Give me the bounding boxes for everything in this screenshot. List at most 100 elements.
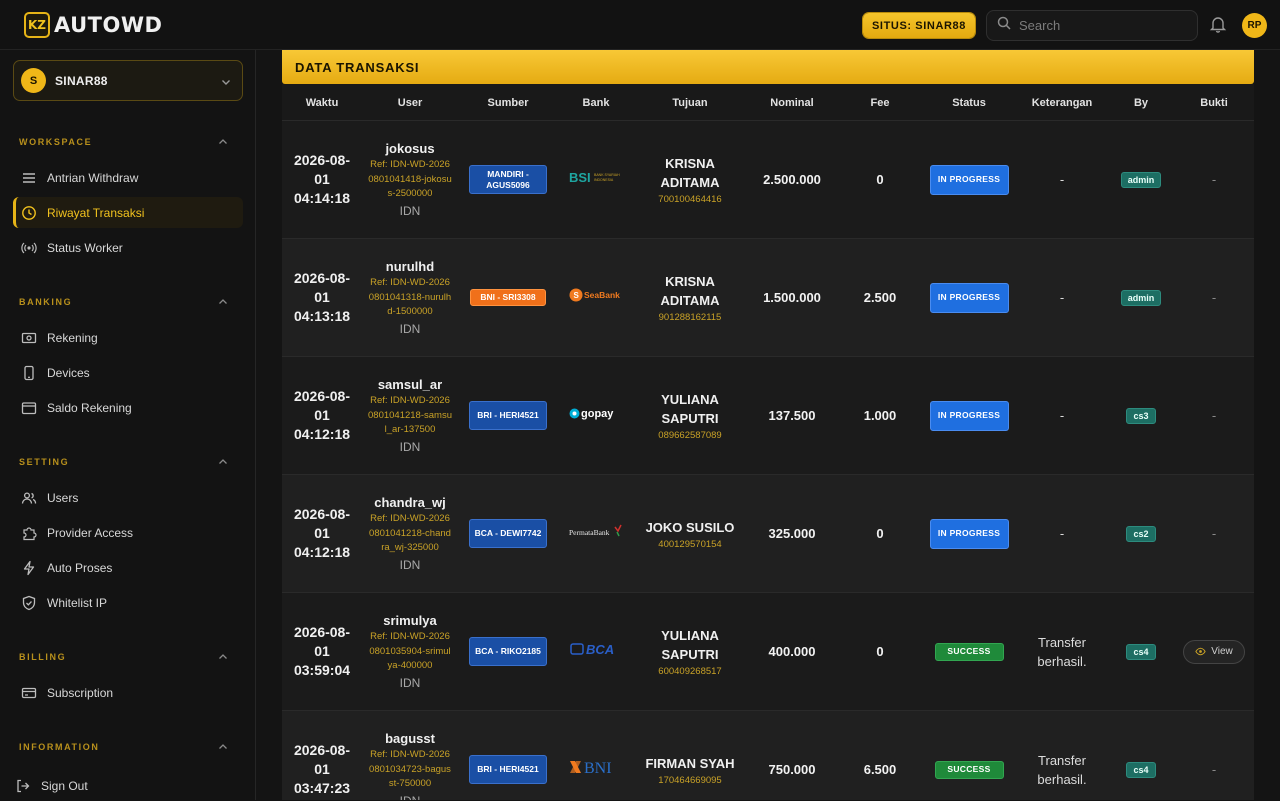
section-banking[interactable]: BANKING bbox=[19, 296, 229, 308]
section-information[interactable]: INFORMATION bbox=[19, 741, 229, 753]
cell-proof: - bbox=[1174, 121, 1254, 238]
sidebar-item-subscription[interactable]: Subscription bbox=[13, 677, 243, 708]
section-title: BANKING bbox=[19, 297, 73, 307]
col-header[interactable]: Keterangan bbox=[1016, 84, 1108, 121]
cell-status: IN PROGRESS bbox=[922, 357, 1016, 474]
col-header[interactable]: Status bbox=[922, 84, 1016, 121]
table-row[interactable]: 2026-08-01 03:47:23 bagusst Ref: IDN-WD-20… bbox=[282, 711, 1254, 800]
search-input[interactable] bbox=[1019, 18, 1179, 33]
destination-name: YULIANA SAPUTRI bbox=[661, 628, 719, 662]
col-header[interactable]: Fee bbox=[838, 84, 922, 121]
table-row[interactable]: 2026-08-01 04:12:18 samsul_ar Ref: IDN-WD-… bbox=[282, 357, 1254, 475]
cell-user: samsul_ar Ref: IDN-WD-20260801041218-sams… bbox=[362, 357, 458, 474]
section-title: WORKSPACE bbox=[19, 137, 93, 147]
sidebar-item-label: Whitelist IP bbox=[47, 595, 108, 610]
shield-icon bbox=[22, 595, 36, 610]
source-account-badge: BRI - HERI4521 bbox=[469, 755, 547, 784]
sidebar-item-whitelist-ip[interactable]: Whitelist IP bbox=[13, 587, 243, 618]
cell-note: Transfer berhasil. bbox=[1016, 593, 1108, 710]
note-text: Transfer berhasil. bbox=[1037, 752, 1087, 787]
clock-icon bbox=[22, 205, 36, 220]
sidebar-item-antrian-withdraw[interactable]: Antrian Withdraw bbox=[13, 162, 243, 193]
cell-time: 2026-08-01 03:47:23 bbox=[282, 711, 362, 800]
chevron-up-icon bbox=[219, 139, 227, 144]
sidebar-item-auto-proses[interactable]: Auto Proses bbox=[13, 552, 243, 583]
sidebar-item-devices[interactable]: Devices bbox=[13, 357, 243, 388]
cell-source: BCA - RIKO2185 bbox=[458, 593, 558, 710]
section-setting[interactable]: SETTING bbox=[19, 456, 229, 468]
fee-amount: 2.500 bbox=[863, 290, 897, 305]
sign-out-button[interactable]: Sign Out bbox=[13, 770, 243, 801]
col-header[interactable]: User bbox=[362, 84, 458, 121]
cell-time: 2026-08-01 04:14:18 bbox=[282, 121, 362, 238]
puzzle-icon bbox=[23, 526, 37, 540]
sidebar-item-riwayat-transaksi[interactable]: Riwayat Transaksi bbox=[13, 197, 243, 228]
sidebar-item-label: Users bbox=[47, 490, 79, 505]
site-selector-button[interactable]: SITUS: SINAR88 bbox=[863, 13, 975, 38]
username[interactable]: srimulya bbox=[383, 613, 436, 628]
bell-icon[interactable] bbox=[1209, 15, 1227, 38]
cell-by: cs4 bbox=[1108, 593, 1174, 710]
operator-badge: cs3 bbox=[1126, 407, 1156, 424]
app-title: AUTOWD bbox=[54, 13, 163, 37]
destination-account: 089662587089 bbox=[658, 430, 722, 441]
col-header[interactable]: By bbox=[1108, 84, 1174, 121]
list-icon bbox=[23, 172, 35, 183]
username[interactable]: nurulhd bbox=[386, 259, 434, 274]
cell-user: chandra_wj Ref: IDN-WD-20260801041218-cha… bbox=[362, 475, 458, 592]
cell-fee: 0 bbox=[838, 121, 922, 238]
username[interactable]: chandra_wj bbox=[374, 495, 446, 510]
table-row[interactable]: 2026-08-01 04:14:18 jokosus Ref: IDN-WD-20… bbox=[282, 121, 1254, 239]
sidebar-item-status-worker[interactable]: Status Worker bbox=[13, 232, 243, 263]
app-logo[interactable]: KZ AUTOWD bbox=[24, 12, 162, 38]
col-header[interactable]: Bank bbox=[558, 84, 634, 121]
svg-text:gopay: gopay bbox=[581, 408, 614, 420]
cell-proof: View bbox=[1174, 593, 1254, 710]
nominal-amount: 137.500 bbox=[768, 408, 816, 423]
chevron-up-icon bbox=[219, 459, 227, 464]
section-workspace[interactable]: WORKSPACE bbox=[19, 136, 229, 148]
sidebar-item-label: Provider Access bbox=[47, 525, 134, 540]
svg-text:BNI: BNI bbox=[584, 760, 612, 776]
cell-nominal: 137.500 bbox=[746, 357, 838, 474]
col-header[interactable]: Waktu bbox=[282, 84, 362, 121]
sidebar-item-rekening[interactable]: Rekening bbox=[13, 322, 243, 353]
region-code: IDN bbox=[399, 321, 421, 336]
status-badge: IN PROGRESS bbox=[929, 282, 1009, 313]
workspace-selector[interactable]: S SINAR88 bbox=[13, 60, 243, 101]
col-header[interactable]: Bukti bbox=[1174, 84, 1254, 121]
sidebar-item-label: Saldo Rekening bbox=[47, 400, 132, 415]
view-proof-button[interactable]: View bbox=[1183, 639, 1245, 664]
cell-by: cs2 bbox=[1108, 475, 1174, 592]
cell-fee: 2.500 bbox=[838, 239, 922, 356]
sidebar-item-saldo-rekening[interactable]: Saldo Rekening bbox=[13, 392, 243, 423]
reference-id: Ref: IDN-WD-20260801041218-samsul_ar-137… bbox=[368, 395, 452, 436]
cell-fee: 0 bbox=[838, 593, 922, 710]
sidebar-item-label: Riwayat Transaksi bbox=[47, 205, 145, 220]
col-header[interactable]: Tujuan bbox=[634, 84, 746, 121]
username[interactable]: samsul_ar bbox=[378, 377, 442, 392]
section-billing[interactable]: BILLING bbox=[19, 651, 229, 663]
wallet-icon bbox=[21, 401, 37, 414]
cell-fee: 6.500 bbox=[838, 711, 922, 800]
username[interactable]: bagusst bbox=[385, 731, 435, 746]
sidebar-item-label: Devices bbox=[47, 365, 90, 380]
table-row[interactable]: 2026-08-01 03:59:04 srimulya Ref: IDN-WD-2… bbox=[282, 593, 1254, 711]
sidebar-item-users[interactable]: Users bbox=[13, 482, 243, 513]
destination-account: 901288162115 bbox=[658, 312, 722, 323]
table-row[interactable]: 2026-08-01 04:12:18 chandra_wj Ref: IDN-WD… bbox=[282, 475, 1254, 593]
cell-source: MANDIRI - AGUS5096 bbox=[458, 121, 558, 238]
sidebar-item-provider-access[interactable]: Provider Access bbox=[13, 517, 243, 548]
search-box[interactable] bbox=[986, 10, 1198, 41]
cell-status: IN PROGRESS bbox=[922, 475, 1016, 592]
sidebar-item-label: Rekening bbox=[47, 330, 98, 345]
reference-id: Ref: IDN-WD-20260801041318-nurulhd-15000… bbox=[368, 277, 452, 318]
table-row[interactable]: 2026-08-01 04:13:18 nurulhd Ref: IDN-WD-20… bbox=[282, 239, 1254, 357]
col-header[interactable]: Nominal bbox=[746, 84, 838, 121]
user-avatar[interactable]: RP bbox=[1242, 13, 1267, 38]
col-header[interactable]: Sumber bbox=[458, 84, 558, 121]
username[interactable]: jokosus bbox=[385, 141, 434, 156]
fee-amount: 1.000 bbox=[863, 408, 897, 423]
cell-by: admin bbox=[1108, 239, 1174, 356]
eye-icon bbox=[1195, 647, 1206, 656]
